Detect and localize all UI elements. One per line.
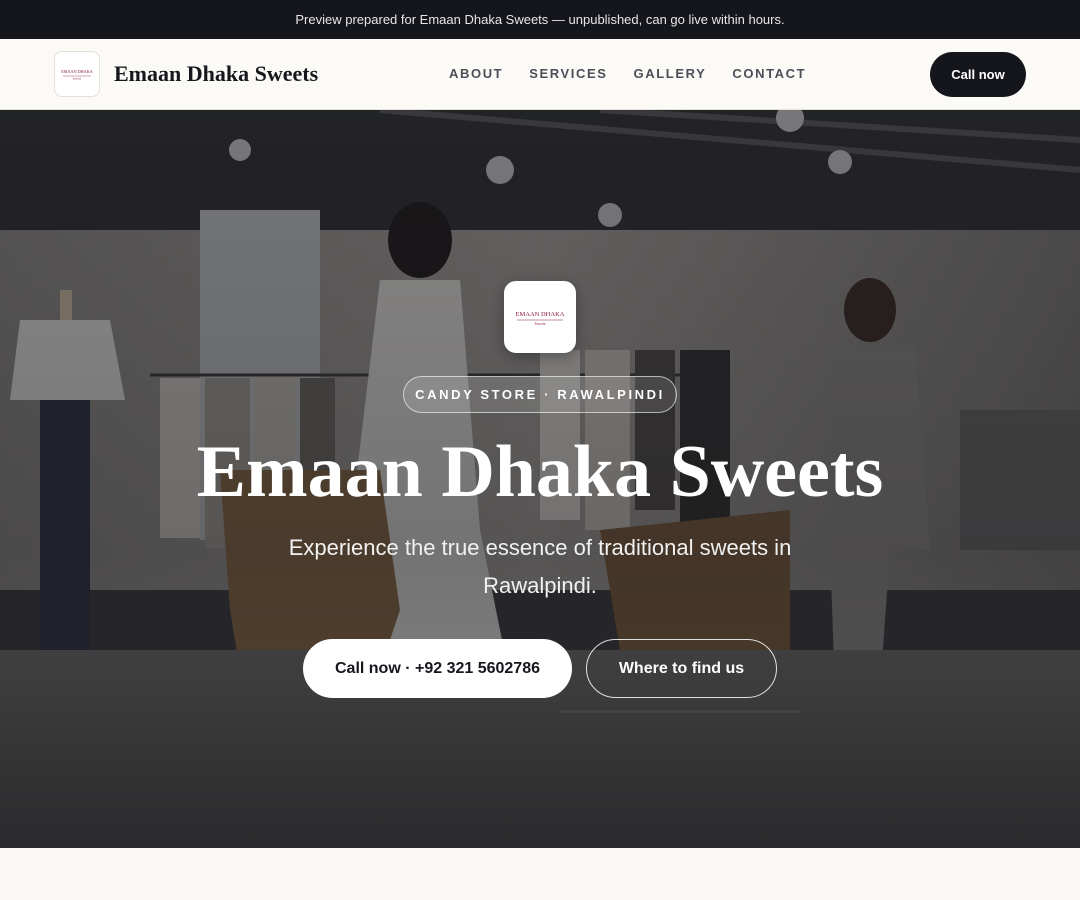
preview-banner-text: Preview prepared for Emaan Dhaka Sweets … xyxy=(295,12,785,27)
svg-text:EMAAN DHAKA: EMAAN DHAKA xyxy=(516,311,565,318)
logo-image: EMAAN DHAKA Sweets xyxy=(61,69,93,81)
hero-subtitle: Experience the true essence of tradition… xyxy=(288,535,792,598)
hero-find-us-button[interactable]: Where to find us xyxy=(586,639,777,698)
header-call-button[interactable]: Call now xyxy=(930,52,1026,97)
preview-banner: Preview prepared for Emaan Dhaka Sweets … xyxy=(0,0,1080,39)
site-header: EMAAN DHAKA Sweets Emaan Dhaka Sweets AB… xyxy=(0,39,1080,110)
hero-title: Emaan Dhaka Sweets xyxy=(196,431,884,513)
nav-gallery[interactable]: GALLERY xyxy=(634,66,707,81)
hero-category-tag: CANDY STORE · RAWALPINDI xyxy=(403,376,677,413)
hero-call-button[interactable]: Call now · +92 321 5602786 xyxy=(303,639,572,698)
svg-text:Sweets: Sweets xyxy=(535,321,546,326)
hero-section: EMAAN DHAKA Sweets CANDY STORE · RAWALPI… xyxy=(0,110,1080,848)
header-logo[interactable]: EMAAN DHAKA Sweets xyxy=(54,51,100,97)
svg-text:EMAAN DHAKA: EMAAN DHAKA xyxy=(61,69,93,74)
hero-logo-image: EMAAN DHAKA Sweets xyxy=(516,311,565,326)
nav-services[interactable]: SERVICES xyxy=(529,66,607,81)
main-nav: ABOUT SERVICES GALLERY CONTACT xyxy=(449,66,806,81)
nav-contact[interactable]: CONTACT xyxy=(732,66,806,81)
svg-text:Sweets: Sweets xyxy=(73,77,82,81)
hero-logo: EMAAN DHAKA Sweets xyxy=(504,281,576,353)
brand-name[interactable]: Emaan Dhaka Sweets xyxy=(114,61,318,87)
nav-about[interactable]: ABOUT xyxy=(449,66,503,81)
